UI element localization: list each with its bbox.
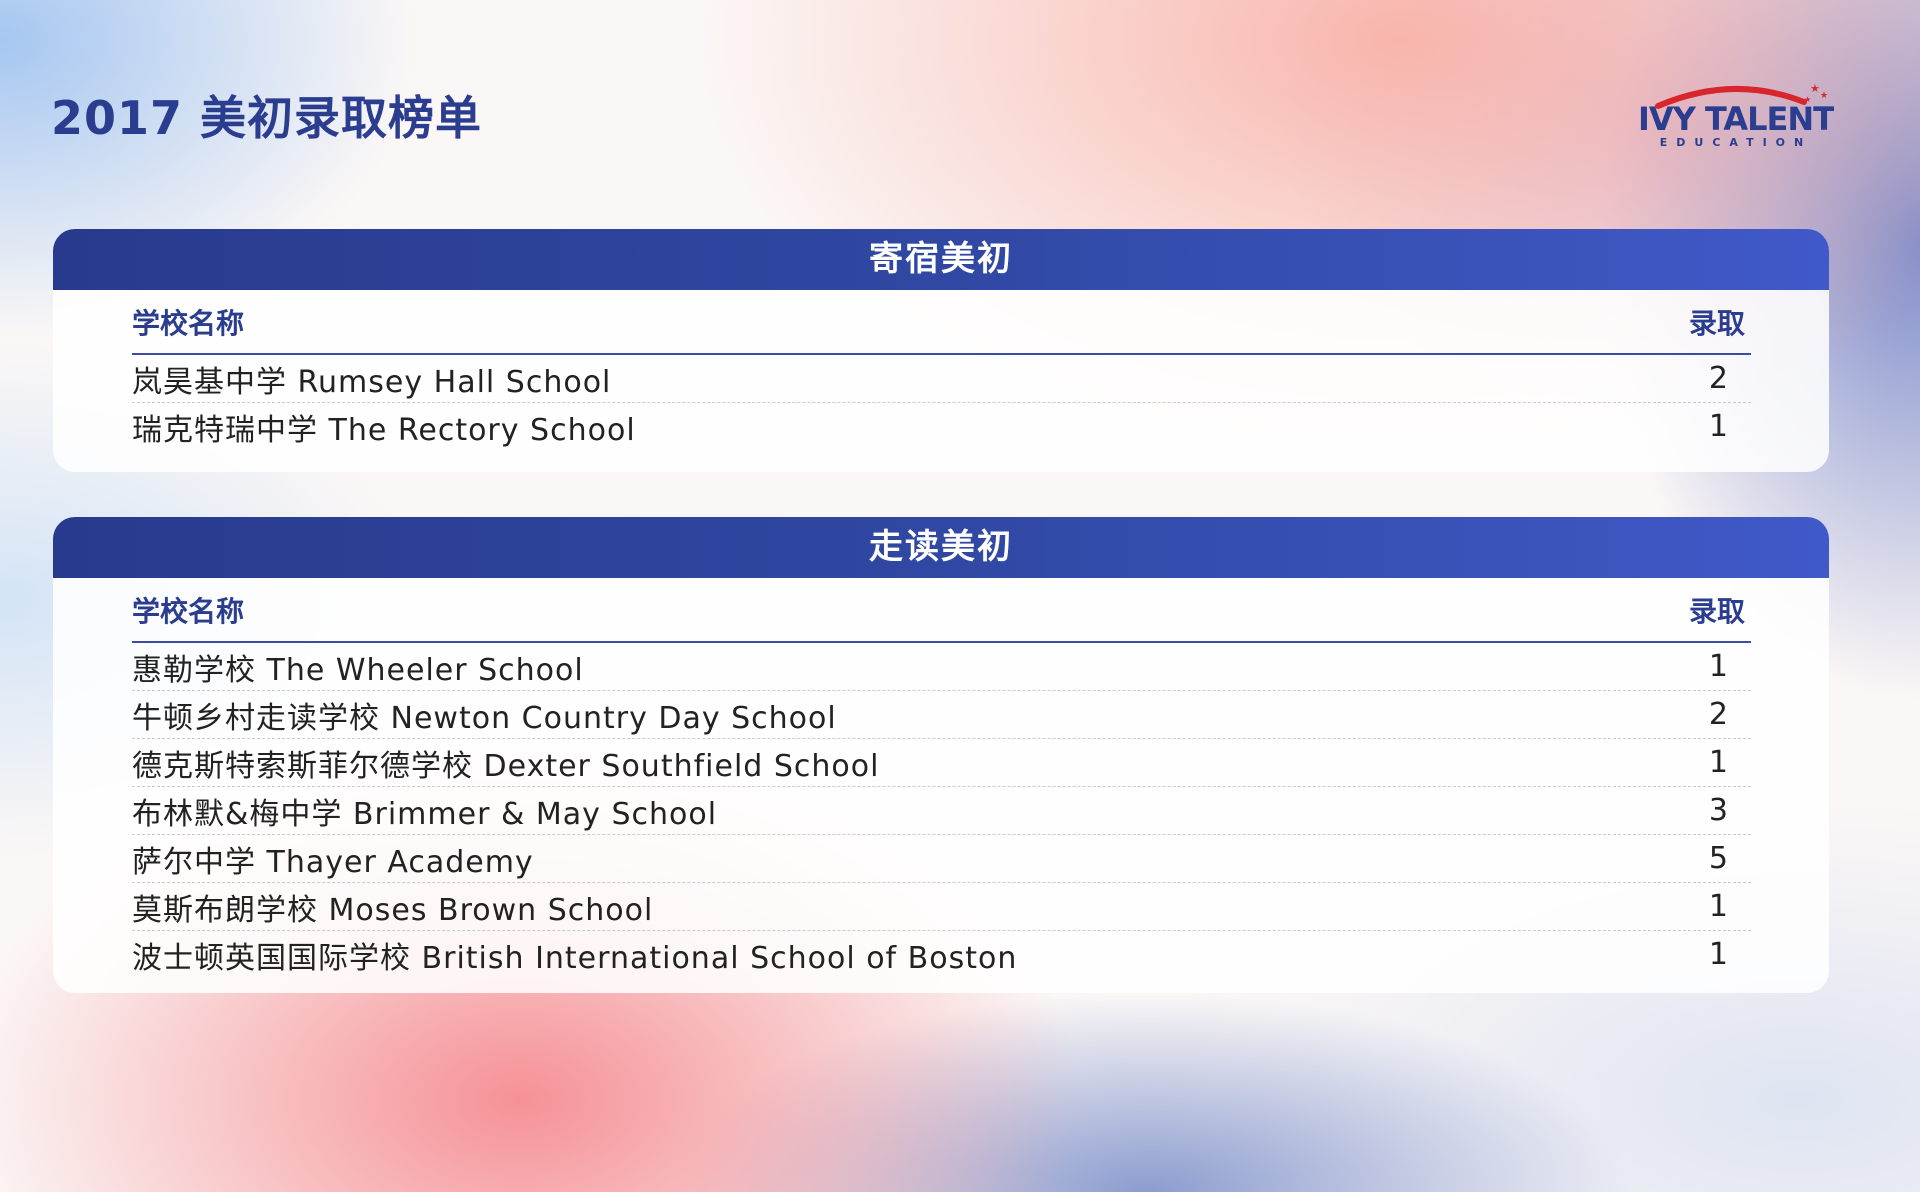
school-name: 岚昊基中学 Rumsey Hall School [132, 364, 612, 400]
school-name: 牛顿乡村走读学校 Newton Country Day School [132, 700, 837, 736]
boarding-section-card: 寄宿美初 学校名称 录取 岚昊基中学 Rumsey Hall School 2 … [53, 229, 1829, 472]
day-school-section-card: 走读美初 学校名称 录取 惠勒学校 The Wheeler School 1 牛… [53, 517, 1829, 993]
admissions-table: 学校名称 录取 岚昊基中学 Rumsey Hall School 2 瑞克特瑞中… [132, 290, 1751, 450]
table-row: 德克斯特索斯菲尔德学校 Dexter Southfield School 1 [132, 739, 1751, 787]
admissions-table: 学校名称 录取 惠勒学校 The Wheeler School 1 牛顿乡村走读… [132, 578, 1751, 978]
school-name: 莫斯布朗学校 Moses Brown School [132, 892, 654, 928]
admission-count: 2 [1708, 361, 1729, 396]
admission-count: 1 [1708, 649, 1729, 684]
table-row: 波士顿英国国际学校 British International School o… [132, 931, 1751, 978]
section-header: 寄宿美初 [53, 229, 1829, 290]
school-name: 惠勒学校 The Wheeler School [132, 652, 584, 688]
table-row: 瑞克特瑞中学 The Rectory School 1 [132, 403, 1751, 450]
column-header-school: 学校名称 [132, 594, 245, 628]
table-row: 惠勒学校 The Wheeler School 1 [132, 643, 1751, 691]
school-name: 布林默&梅中学 Brimmer & May School [132, 796, 718, 832]
admission-count: 1 [1708, 745, 1729, 780]
table-row: 布林默&梅中学 Brimmer & May School 3 [132, 787, 1751, 835]
admission-count: 5 [1708, 841, 1729, 876]
admission-count: 1 [1708, 889, 1729, 924]
school-name: 萨尔中学 Thayer Academy [132, 844, 534, 880]
logo-wordmark: IVY TALENT [1638, 100, 1834, 138]
logo-tagline: EDUCATION [1660, 136, 1812, 149]
admission-count: 1 [1708, 409, 1729, 444]
admission-count: 2 [1708, 697, 1729, 732]
svg-text:★: ★ [1810, 82, 1820, 95]
school-name: 德克斯特索斯菲尔德学校 Dexter Southfield School [132, 748, 880, 784]
table-header: 学校名称 录取 [132, 290, 1751, 355]
column-header-school: 学校名称 [132, 306, 245, 340]
school-name: 波士顿英国国际学校 British International School o… [132, 940, 1018, 976]
admission-count: 1 [1708, 937, 1729, 972]
section-header: 走读美初 [53, 517, 1829, 578]
table-row: 莫斯布朗学校 Moses Brown School 1 [132, 883, 1751, 931]
ivy-talent-logo: ★ ★ ★ IVY TALENT EDUCATION [1638, 80, 1834, 152]
school-name: 瑞克特瑞中学 The Rectory School [132, 412, 636, 448]
table-header: 学校名称 录取 [132, 578, 1751, 643]
table-row: 萨尔中学 Thayer Academy 5 [132, 835, 1751, 883]
admission-count: 3 [1708, 793, 1729, 828]
column-header-count: 录取 [1688, 594, 1745, 628]
table-row: 岚昊基中学 Rumsey Hall School 2 [132, 355, 1751, 403]
table-row: 牛顿乡村走读学校 Newton Country Day School 2 [132, 691, 1751, 739]
column-header-count: 录取 [1688, 306, 1745, 340]
page-title: 2017 美初录取榜单 [51, 91, 483, 145]
